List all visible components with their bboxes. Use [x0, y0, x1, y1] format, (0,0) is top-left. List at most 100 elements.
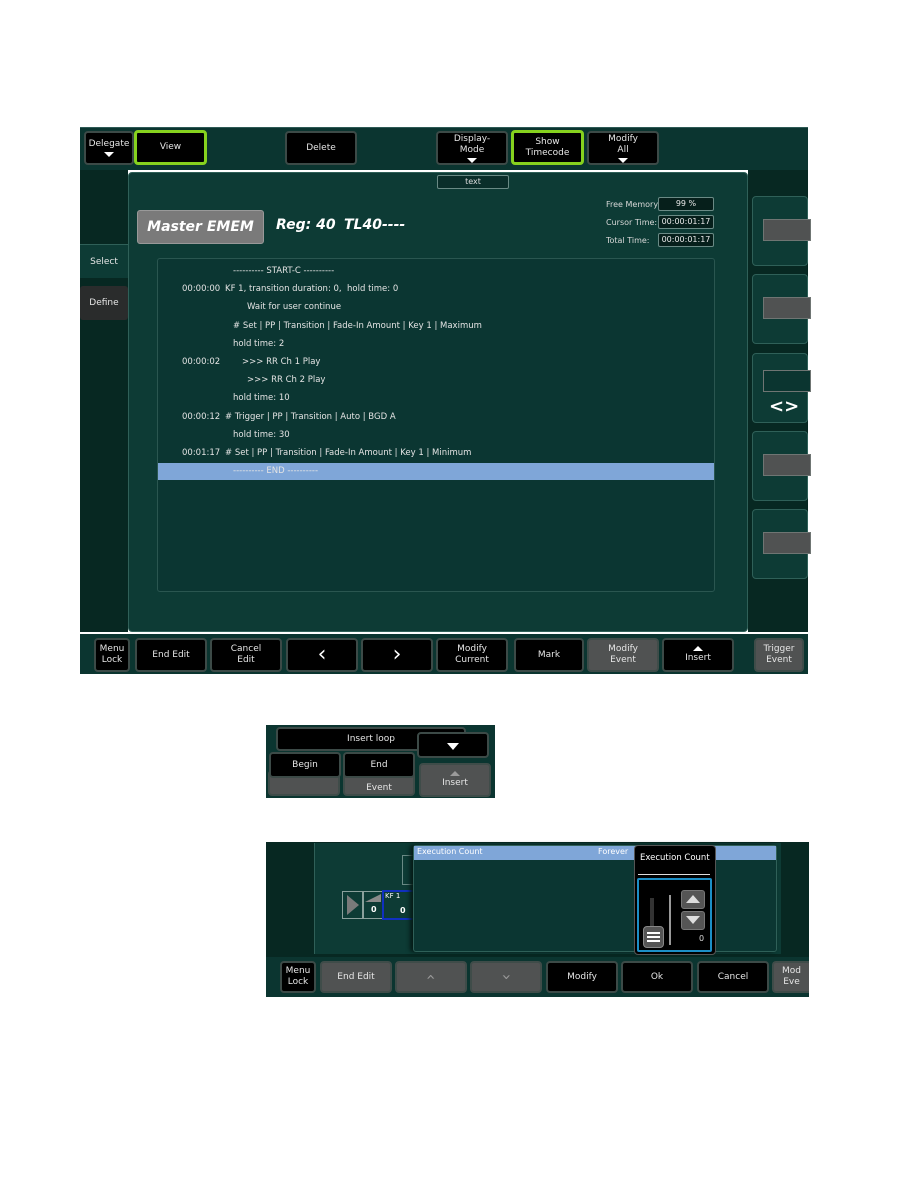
event-text: Wait for user continue: [247, 302, 342, 313]
left-tab-column: [80, 170, 128, 632]
loop-end-label: End: [370, 759, 388, 770]
event-time: 00:00:12: [182, 411, 221, 422]
count-control: 0: [637, 878, 712, 952]
scroll-up-button[interactable]: ‹: [395, 961, 467, 993]
insert-button-2[interactable]: Insert: [419, 763, 491, 797]
event-time: 00:00:00: [182, 284, 221, 295]
expand-up-icon: [693, 646, 703, 651]
next-button[interactable]: ›: [361, 638, 433, 672]
tab-select[interactable]: Select: [80, 244, 128, 278]
text-tab[interactable]: text: [437, 175, 509, 189]
modify-event-label-1: Modify: [608, 644, 638, 654]
arrow-up-icon: [686, 895, 700, 903]
end-edit-button-2[interactable]: End Edit: [320, 961, 392, 993]
event-row[interactable]: 00:00:02 >>> RR Ch 1 Play: [158, 354, 714, 371]
loop-end-button[interactable]: End: [343, 752, 415, 778]
ok-button[interactable]: Ok: [621, 961, 693, 993]
delegate-button[interactable]: Delegate: [84, 131, 134, 165]
right-button-4[interactable]: [752, 431, 811, 501]
right-button-5[interactable]: [752, 509, 811, 579]
register-label: Reg: 40: [276, 217, 336, 233]
decrement-button[interactable]: [681, 911, 705, 930]
ok-label: Ok: [650, 971, 664, 982]
left-right-chevrons-icon: <>: [769, 396, 800, 417]
event-row[interactable]: hold time: 10: [158, 390, 714, 407]
delete-button[interactable]: Delete: [285, 131, 357, 165]
cancel-edit-button[interactable]: Cancel Edit: [210, 638, 282, 672]
mark-label: Mark: [537, 649, 561, 660]
collapse-button[interactable]: [417, 732, 489, 758]
show-timecode-label-1: Show: [535, 136, 560, 147]
modify-all-label-1: Modify: [608, 133, 638, 144]
modify-event-button[interactable]: Modify Event: [587, 638, 659, 672]
event-row[interactable]: hold time: 30: [158, 427, 714, 444]
scroll-down-button[interactable]: ‹: [470, 961, 542, 993]
total-time-value: 00:00:01:17: [658, 233, 714, 247]
insert-button[interactable]: Insert: [662, 638, 734, 672]
insert-loop-label: Insert loop: [347, 733, 395, 744]
chevron-down-icon: ‹: [496, 973, 515, 981]
arrow-down-icon: [686, 916, 700, 924]
view-button[interactable]: View: [134, 130, 207, 165]
menu-lock-label-2: Lock: [287, 977, 309, 987]
modify-current-label-2: Current: [455, 655, 489, 665]
chevron-up-icon: ‹: [422, 973, 441, 981]
right-button-3[interactable]: <>: [752, 353, 811, 423]
count-slider-handle[interactable]: [643, 926, 664, 948]
previous-button[interactable]: ‹: [286, 638, 358, 672]
menu-lock-button-2[interactable]: Menu Lock: [280, 961, 316, 993]
event-time: 00:00:02: [182, 357, 221, 367]
modify-button[interactable]: Modify: [546, 961, 618, 993]
total-time-label: Total Time:: [606, 236, 650, 245]
transition-value: 0: [371, 905, 377, 914]
expand-up-icon: [450, 771, 460, 776]
loop-begin-button[interactable]: Begin: [269, 752, 341, 778]
mark-button[interactable]: Mark: [514, 638, 584, 672]
right-button-1[interactable]: [752, 196, 811, 266]
execution-list[interactable]: Execution Count Forever: [413, 845, 777, 952]
increment-button[interactable]: [681, 890, 705, 909]
event-row[interactable]: hold time: 2: [158, 336, 714, 353]
event-row[interactable]: 00:01:17 # Set | PP | Transition | Fade-I…: [158, 445, 714, 462]
event-list[interactable]: ---------- START-C ---------- 00:00:00 KF …: [157, 258, 715, 592]
end-edit-button[interactable]: End Edit: [135, 638, 207, 672]
count-value: 0: [699, 934, 705, 943]
modify-event-label-2: Event: [610, 655, 636, 665]
menu-lock-button[interactable]: Menu Lock: [94, 638, 130, 672]
trigger-event-button[interactable]: Trigger Event: [754, 638, 804, 672]
event-text: hold time: 30: [233, 429, 290, 440]
display-mode-label-2: Mode: [459, 144, 485, 155]
modify-event-label-2: Eve: [783, 977, 800, 987]
slider-guide: [669, 895, 671, 945]
menu-lock-label-1: Menu: [285, 966, 311, 976]
display-mode-button[interactable]: Display- Mode: [436, 131, 508, 165]
keyframe-cell[interactable]: KF 1 0: [382, 890, 414, 920]
cancel-label: Cancel: [717, 971, 749, 982]
play-cell[interactable]: [342, 891, 364, 919]
cancel-button[interactable]: Cancel: [697, 961, 769, 993]
tab-define[interactable]: Define: [80, 286, 128, 320]
transition-cell[interactable]: 0: [362, 891, 384, 919]
event-row[interactable]: Wait for user continue: [158, 299, 714, 316]
event-row[interactable]: 00:00:12 # Trigger | PP | Transition | Au…: [158, 409, 714, 426]
right-button-2[interactable]: [752, 274, 811, 344]
keyframe-value: 0: [400, 906, 406, 915]
modify-all-button[interactable]: Modify All: [587, 131, 659, 165]
modify-current-button[interactable]: Modify Current: [436, 638, 508, 672]
tab-select-label: Select: [90, 256, 118, 267]
popup-title: Execution Count: [640, 853, 710, 863]
event-text: # Trigger | PP | Transition | Auto | BGD…: [225, 411, 396, 422]
master-emem-button[interactable]: Master EMEM: [137, 210, 264, 244]
execution-list-header-row[interactable]: Execution Count Forever: [414, 846, 776, 860]
event-text: hold time: 10: [233, 393, 290, 404]
modify-event-button-2[interactable]: Mod Eve: [772, 961, 809, 993]
menu-lock-label-1: Menu: [99, 644, 125, 654]
event-row[interactable]: >>> RR Ch 2 Play: [158, 372, 714, 389]
cancel-edit-label-2: Edit: [237, 655, 255, 665]
event-row[interactable]: ---------- START-C ----------: [158, 263, 714, 280]
show-timecode-button[interactable]: Show Timecode: [511, 130, 584, 165]
event-row[interactable]: 00:00:00 KF 1, transition duration: 0, ho…: [158, 281, 714, 298]
delete-label: Delete: [306, 142, 336, 153]
event-row[interactable]: # Set | PP | Transition | Fade-In Amount…: [158, 318, 714, 335]
event-row[interactable]: ---------- END ----------: [158, 463, 714, 481]
